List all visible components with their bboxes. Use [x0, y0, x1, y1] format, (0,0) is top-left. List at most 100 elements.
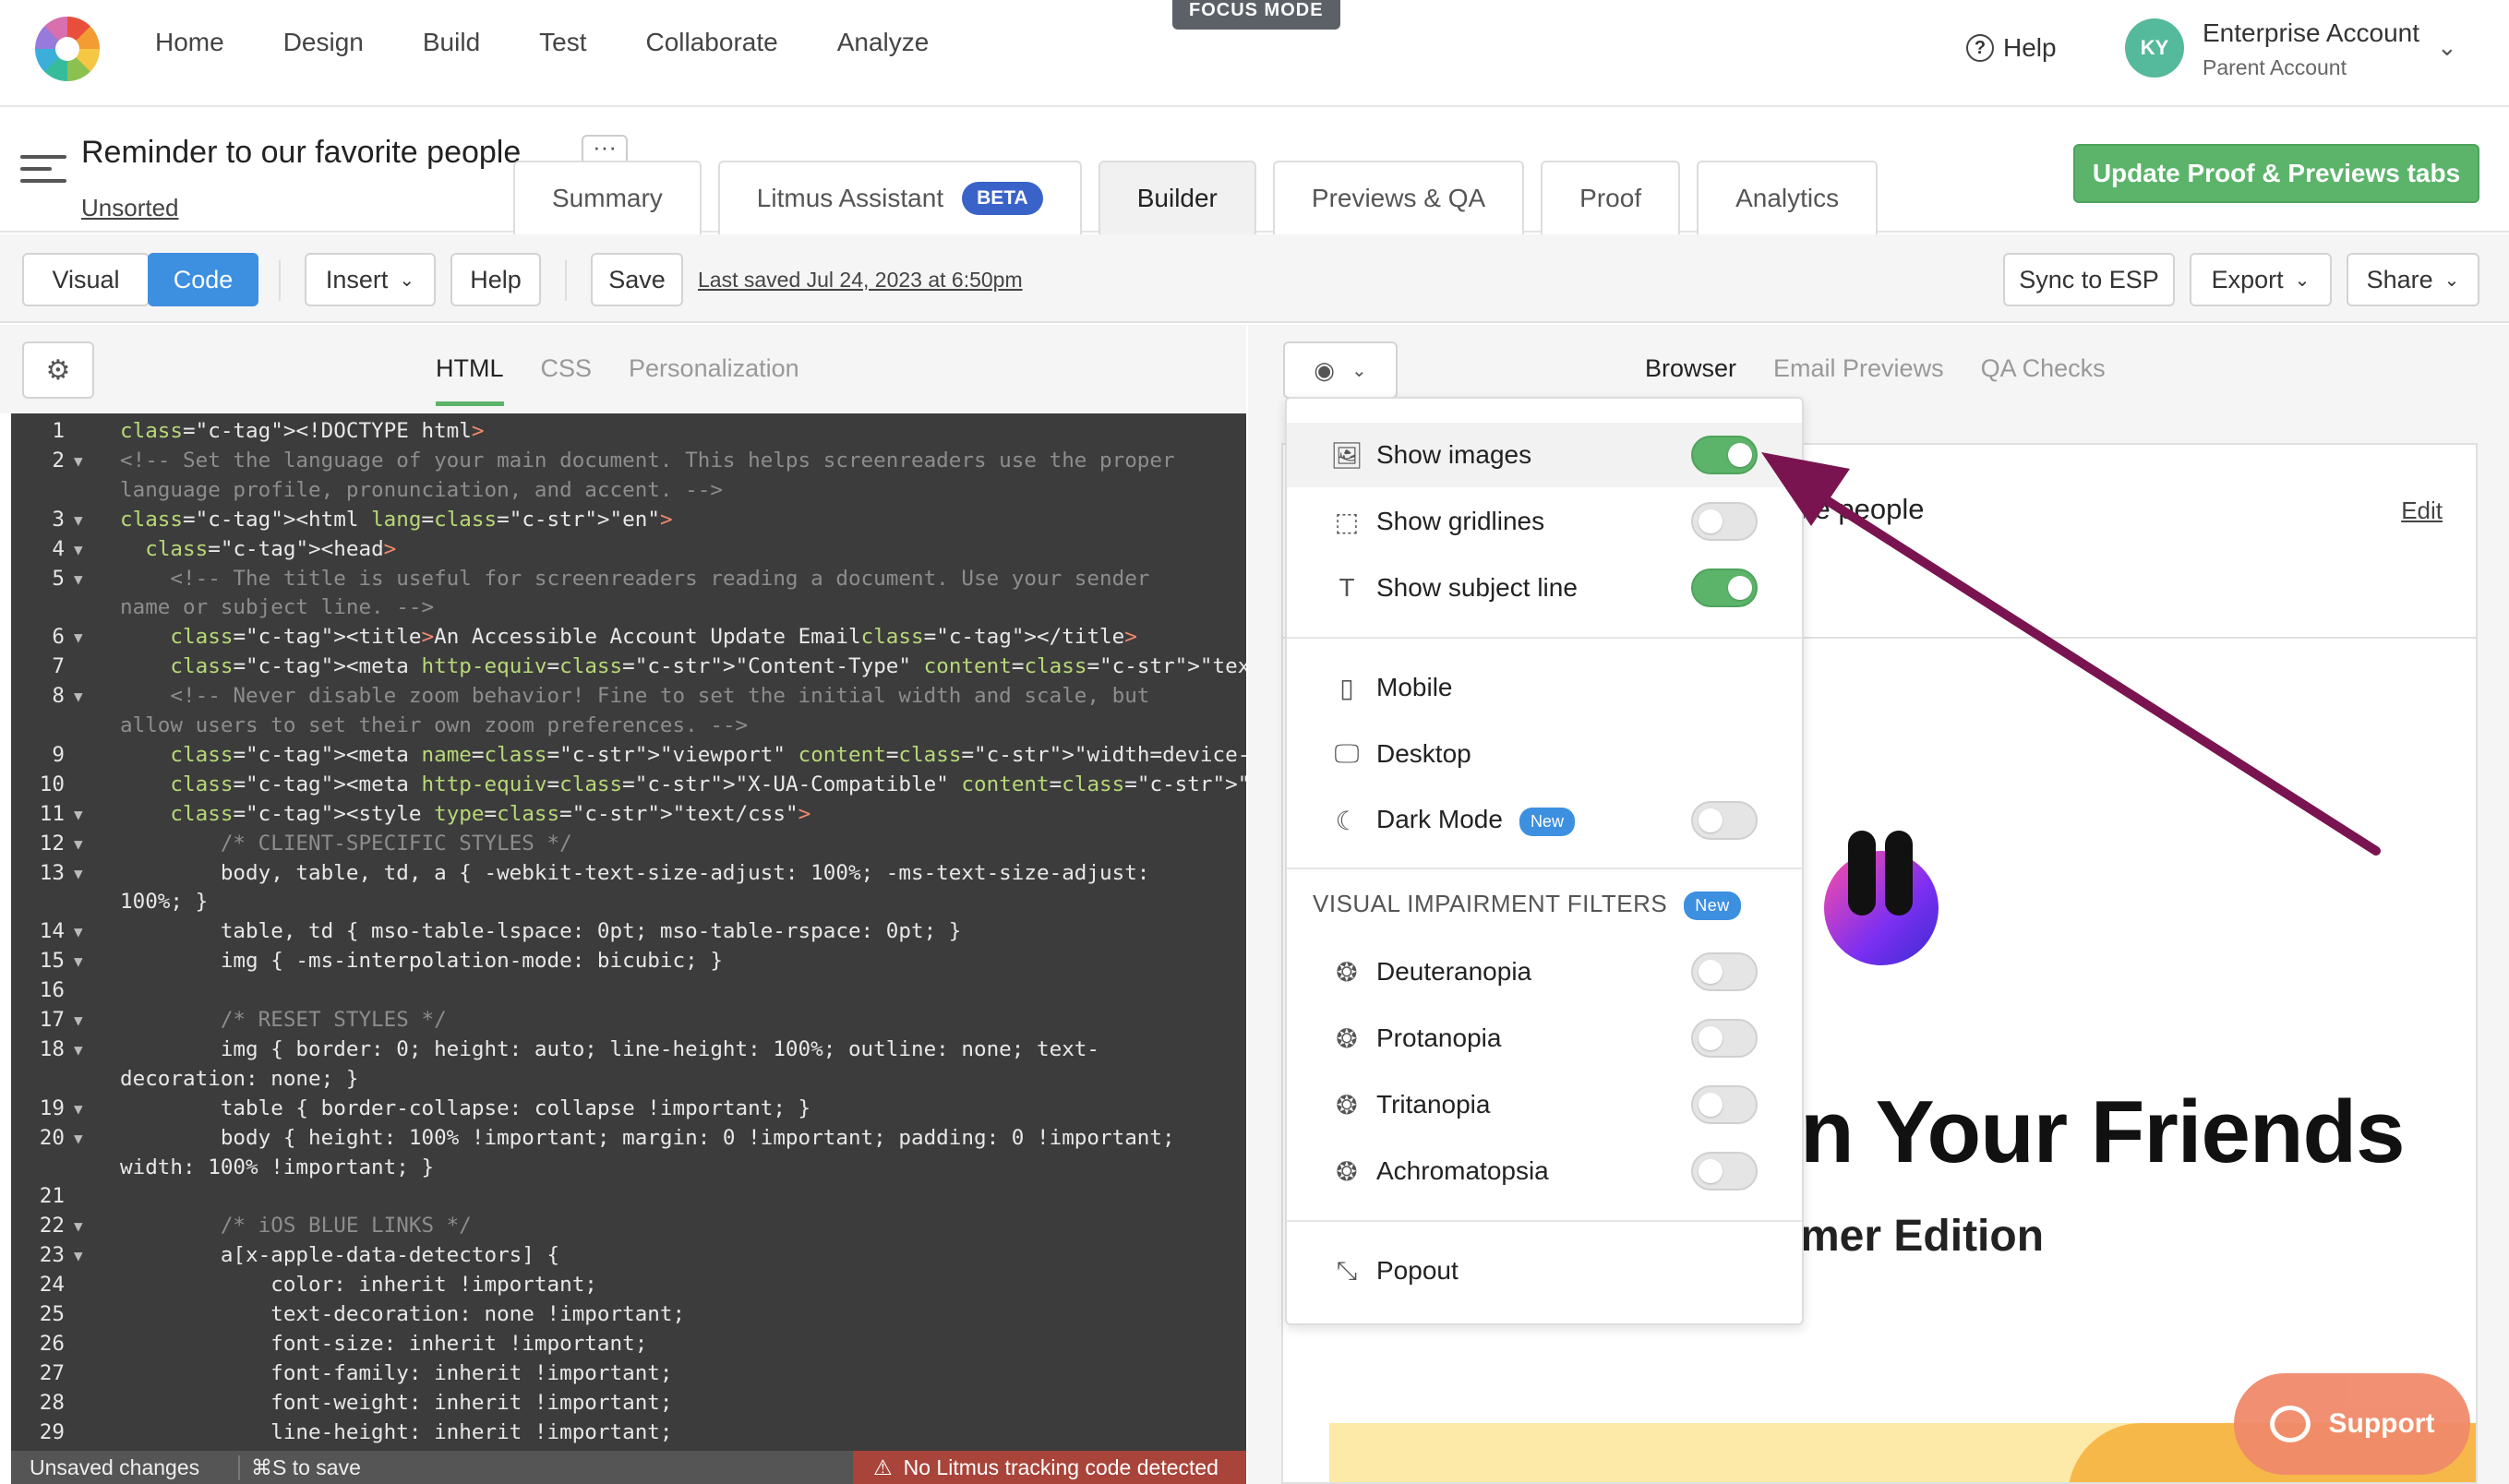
code-line[interactable]: 5 ▼ <!-- The title is useful for screenre… [11, 567, 1246, 596]
popout-option[interactable]: ⤡ Popout [1287, 1239, 1802, 1303]
help-link[interactable]: ? Help [1966, 33, 2057, 63]
code-line[interactable]: 25 text-decoration: none !important; [11, 1302, 1246, 1332]
help-button[interactable]: Help [450, 253, 541, 306]
code-line[interactable]: 10 class="c-tag"><meta http-equiv=class=… [11, 772, 1246, 802]
code-line[interactable]: decoration: none; } [11, 1067, 1246, 1096]
fold-arrow-icon[interactable]: ▼ [74, 1217, 83, 1235]
sync-esp-button[interactable]: Sync to ESP [2003, 253, 2175, 306]
tab-html[interactable]: HTML [436, 354, 504, 406]
gear-icon[interactable]: ⚙ [22, 341, 94, 399]
tritanopia-toggle[interactable] [1691, 1085, 1758, 1124]
achromatopsia-option[interactable]: ❂ Achromatopsia [1287, 1139, 1802, 1203]
mobile-option[interactable]: ▯ Mobile [1287, 655, 1802, 720]
fold-arrow-icon[interactable]: ▼ [74, 511, 83, 529]
protanopia-option[interactable]: ❂ Protanopia [1287, 1006, 1802, 1071]
code-line[interactable]: 1 class="c-tag"><!DOCTYPE html> [11, 419, 1246, 449]
code-line[interactable]: 29 line-height: inherit !important; [11, 1420, 1246, 1450]
deuteranopia-option[interactable]: ❂ Deuteranopia [1287, 939, 1802, 1004]
account-switcher[interactable]: Enterprise Account Parent Account [2203, 18, 2419, 80]
code-line[interactable]: 22 ▼ /* iOS BLUE LINKS */ [11, 1214, 1246, 1243]
export-dropdown[interactable]: Export ⌄ [2190, 253, 2332, 306]
code-line[interactable]: 9 class="c-tag"><meta name=class="c-str"… [11, 743, 1246, 772]
code-line[interactable]: 27 font-family: inherit !important; [11, 1361, 1246, 1391]
code-line[interactable]: 20 ▼ body { height: 100% !important; marg… [11, 1126, 1246, 1155]
code-line[interactable]: 12 ▼ /* CLIENT-SPECIFIC STYLES */ [11, 832, 1246, 861]
tab-builder[interactable]: Builder [1098, 161, 1256, 234]
fold-arrow-icon[interactable]: ▼ [74, 806, 83, 823]
code-line[interactable]: 19 ▼ table { border-collapse: collapse !i… [11, 1096, 1246, 1126]
code-line[interactable]: 21 [11, 1184, 1246, 1214]
edit-subject-link[interactable]: Edit [2401, 497, 2443, 525]
show-subject-option[interactable]: T Show subject line [1287, 556, 1802, 620]
focus-mode-button[interactable]: FOCUS MODE [1172, 0, 1340, 30]
fold-arrow-icon[interactable]: ▼ [74, 541, 83, 558]
fold-arrow-icon[interactable]: ▼ [74, 628, 83, 646]
document-title[interactable]: Reminder to our favorite people [81, 135, 521, 171]
tab-previews-qa[interactable]: Previews & QA [1272, 161, 1525, 234]
fold-arrow-icon[interactable]: ▼ [74, 835, 83, 853]
fold-arrow-icon[interactable]: ▼ [74, 1247, 83, 1264]
fold-arrow-icon[interactable]: ▼ [74, 452, 83, 470]
code-line[interactable]: 17 ▼ /* RESET STYLES */ [11, 1008, 1246, 1037]
tab-summary[interactable]: Summary [513, 161, 702, 234]
nav-analyze[interactable]: Analyze [837, 28, 930, 57]
show-subject-toggle[interactable] [1691, 568, 1758, 607]
code-line[interactable]: 4 ▼ class="c-tag"><head> [11, 537, 1246, 567]
support-button[interactable]: Support [2234, 1373, 2470, 1475]
code-line[interactable]: 24 color: inherit !important; [11, 1273, 1246, 1302]
fold-arrow-icon[interactable]: ▼ [74, 1011, 83, 1029]
desktop-option[interactable]: 🖵 Desktop [1287, 722, 1802, 786]
show-images-option[interactable]: 🖼 Show images [1287, 423, 1802, 487]
tab-qa-checks[interactable]: QA Checks [1981, 354, 2106, 383]
code-line[interactable]: 11 ▼ class="c-tag"><style type=class="c-s… [11, 802, 1246, 832]
show-images-toggle[interactable] [1691, 436, 1758, 474]
code-line[interactable]: 6 ▼ class="c-tag"><title>An Accessible Ac… [11, 625, 1246, 654]
insert-dropdown[interactable]: Insert ⌄ [305, 253, 436, 306]
nav-build[interactable]: Build [423, 28, 480, 57]
code-line[interactable]: 8 ▼ <!-- Never disable zoom behavior! Fin… [11, 684, 1246, 713]
dark-mode-toggle[interactable] [1691, 801, 1758, 840]
code-line[interactable]: 14 ▼ table, td { mso-table-lspace: 0pt; m… [11, 919, 1246, 949]
code-line[interactable]: 3 ▼ class="c-tag"><html lang=class="c-str"… [11, 508, 1246, 537]
show-gridlines-toggle[interactable] [1691, 502, 1758, 541]
code-line[interactable]: 15 ▼ img { -ms-interpolation-mode: bicubi… [11, 949, 1246, 978]
avatar[interactable]: KY [2125, 18, 2184, 78]
fold-arrow-icon[interactable]: ▼ [74, 570, 83, 588]
fold-arrow-icon[interactable]: ▼ [74, 1130, 83, 1147]
tab-personalization[interactable]: Personalization [629, 354, 799, 406]
dark-mode-option[interactable]: ☾ Dark Mode New [1287, 788, 1802, 853]
litmus-logo[interactable] [35, 17, 100, 81]
view-options-button[interactable]: ◉ ⌄ [1283, 341, 1398, 399]
menu-icon[interactable] [20, 155, 66, 191]
code-line[interactable]: 100%; } [11, 890, 1246, 919]
share-dropdown[interactable]: Share ⌄ [2347, 253, 2479, 306]
update-proof-button[interactable]: Update Proof & Previews tabs [2073, 144, 2479, 203]
tab-css[interactable]: CSS [541, 354, 593, 406]
tracking-warning[interactable]: ⚠ No Litmus tracking code detected [853, 1451, 1246, 1484]
visual-mode-button[interactable]: Visual [22, 253, 150, 306]
tab-browser[interactable]: Browser [1645, 354, 1736, 383]
code-line[interactable]: 23 ▼ a[x-apple-data-detectors] { [11, 1243, 1246, 1273]
code-line[interactable]: width: 100% !important; } [11, 1155, 1246, 1185]
code-line[interactable]: 28 font-weight: inherit !important; [11, 1391, 1246, 1420]
nav-design[interactable]: Design [283, 28, 364, 57]
folder-link[interactable]: Unsorted [81, 194, 179, 222]
code-line[interactable]: name or subject line. --> [11, 595, 1246, 625]
fold-arrow-icon[interactable]: ▼ [74, 1100, 83, 1118]
deuteranopia-toggle[interactable] [1691, 952, 1758, 991]
show-gridlines-option[interactable]: ⬚ Show gridlines [1287, 489, 1802, 554]
protanopia-toggle[interactable] [1691, 1019, 1758, 1058]
code-line[interactable]: 18 ▼ img { border: 0; height: auto; line-… [11, 1037, 1246, 1067]
code-editor[interactable]: 1 class="c-tag"><!DOCTYPE html> 2 ▼ <!-- Set… [11, 413, 1246, 1451]
nav-test[interactable]: Test [539, 28, 586, 57]
fold-arrow-icon[interactable]: ▼ [74, 865, 83, 882]
tab-analytics[interactable]: Analytics [1697, 161, 1879, 234]
tab-proof[interactable]: Proof [1541, 161, 1681, 234]
tab-litmus-assistant[interactable]: Litmus Assistant BETA [717, 161, 1082, 234]
code-line[interactable]: 16 [11, 978, 1246, 1008]
achromatopsia-toggle[interactable] [1691, 1152, 1758, 1191]
fold-arrow-icon[interactable]: ▼ [74, 1041, 83, 1059]
code-line[interactable]: 26 font-size: inherit !important; [11, 1332, 1246, 1361]
fold-arrow-icon[interactable]: ▼ [74, 952, 83, 970]
chevron-down-icon[interactable]: ⌄ [2437, 33, 2457, 62]
